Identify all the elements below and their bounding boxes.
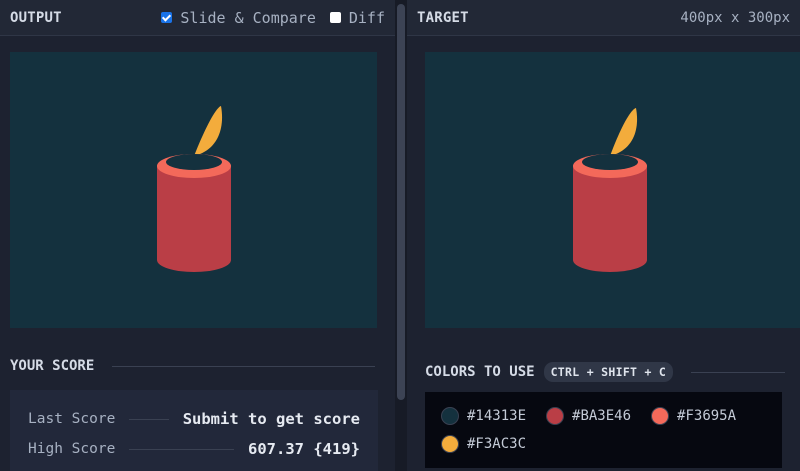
output-title: OUTPUT: [10, 9, 62, 26]
score-section-title: YOUR SCORE: [10, 358, 375, 374]
candle-body: [573, 166, 647, 272]
color-hex: #F3695A: [677, 408, 737, 424]
target-candle-image: [573, 108, 647, 272]
high-score-value: 607.37 {419}: [248, 440, 360, 458]
output-canvas[interactable]: [10, 52, 377, 328]
color-swatch[interactable]: #BA3E46: [546, 402, 631, 430]
last-score-value: Submit to get score: [182, 410, 360, 428]
target-dimensions: 400px x 300px: [680, 9, 790, 26]
color-swatch[interactable]: #F3AC3C: [441, 430, 526, 458]
color-hex: #BA3E46: [572, 408, 632, 424]
diff-toggle[interactable]: Diff: [329, 8, 385, 27]
color-dot: [441, 407, 459, 425]
copy-colors-shortcut: CTRL + SHIFT + C: [543, 362, 674, 382]
panel-divider[interactable]: [395, 0, 407, 471]
candle-hole: [166, 154, 222, 170]
colors-section-title: COLORS TO USE CTRL + SHIFT + C: [425, 362, 785, 382]
slide-compare-label: Slide & Compare: [180, 8, 316, 27]
color-swatch[interactable]: #14313E: [441, 402, 526, 430]
candle-hole: [582, 154, 638, 170]
color-dot: [546, 407, 565, 425]
high-score-row: High Score 607.37 {419}: [28, 434, 360, 464]
colors-box: #14313E #BA3E46 #F3695A #F3AC3C: [425, 392, 782, 468]
diff-label: Diff: [348, 8, 385, 27]
target-header: TARGET 400px x 300px: [407, 0, 800, 36]
divider-scroll-handle[interactable]: [397, 4, 405, 400]
output-header: OUTPUT Slide & Compare Diff: [0, 0, 395, 36]
color-swatch[interactable]: #F3695A: [651, 402, 736, 430]
target-canvas: [425, 52, 800, 328]
candle-body: [157, 166, 231, 272]
slide-compare-checkbox[interactable]: [161, 12, 173, 23]
output-candle-image: [157, 106, 231, 272]
score-box: Last Score Submit to get score High Scor…: [10, 390, 378, 471]
target-panel: TARGET 400px x 300px COLORS TO USE CTRL …: [407, 0, 800, 471]
color-hex: #14313E: [467, 408, 527, 424]
last-score-label: Last Score: [28, 411, 116, 427]
slide-compare-toggle[interactable]: Slide & Compare: [161, 8, 316, 27]
color-hex: #F3AC3C: [467, 436, 527, 452]
candle-flame: [610, 108, 638, 156]
output-panel: OUTPUT Slide & Compare Diff YOUR SCORE L…: [0, 0, 395, 471]
color-dot: [441, 435, 459, 453]
diff-checkbox[interactable]: [329, 12, 341, 23]
high-score-label: High Score: [28, 441, 116, 457]
target-title: TARGET: [417, 9, 469, 26]
last-score-row: Last Score Submit to get score: [28, 404, 360, 434]
color-dot: [651, 407, 670, 425]
candle-flame: [194, 106, 223, 156]
